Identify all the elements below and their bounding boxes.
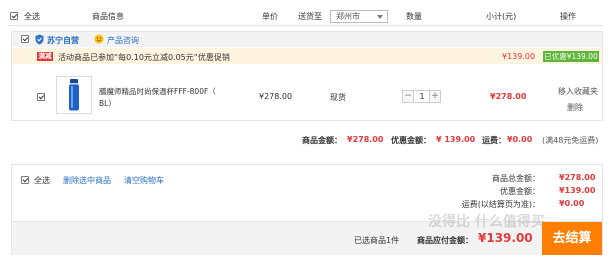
delete-item-link[interactable]: 删除 [567,102,583,113]
city-value: 郑州市 [336,12,360,21]
promo-price: ¥139.00 [502,52,536,61]
store-name[interactable]: 苏宁自营 [47,35,79,46]
freight-value: ¥0.00 [507,135,533,144]
footer-discount-label: 优惠金额： [500,187,540,196]
item-subtotal: ¥278.00 [490,92,527,101]
footer-select-all-label: 全选 [34,176,50,185]
footer-freight-value: ¥0.00 [559,199,585,208]
checkout-button[interactable]: 去结算 [542,222,602,255]
store-bar: 苏宁自营 产品咨询 [12,32,602,47]
select-all-checkbox[interactable] [10,12,18,20]
clear-cart-link[interactable]: 清空购物车 [124,175,164,186]
selected-count: 已选商品1件 [354,236,400,245]
smiley-icon [94,34,104,44]
item-checkbox[interactable] [37,93,45,101]
footer-freight-label: 运费(以结算页为准)： [461,200,540,209]
increase-button[interactable]: + [429,90,441,103]
select-all-label: 全选 [24,12,40,21]
move-to-favorites-link[interactable]: 移入收藏夹 [558,86,598,97]
freight-label: 运费： [482,136,506,145]
consult-link[interactable]: 产品咨询 [107,35,139,46]
totals-row: 商品金额： ¥278.00 优惠金额： ¥ 139.00 运费： ¥0.00 (… [0,133,610,147]
footer-select-all-checkbox[interactable] [21,176,29,184]
quantity-input[interactable]: 1 [415,90,429,103]
freight-note: (满48元免运费) [542,136,599,145]
shield-icon [35,34,44,45]
col-product-info: 商品信息 [92,12,124,21]
thermos-bottle-image [69,79,79,111]
city-select[interactable]: 郑州市 [330,10,388,23]
item-stock: 现货 [330,93,346,102]
payable-value: ¥139.00 [478,231,533,245]
discount-amount-label: 优惠金额： [391,136,431,145]
cart-summary: 全选 删除选中商品 清空购物车 商品总金额： ¥278.00 优惠金额： ¥13… [11,164,603,255]
store-checkbox[interactable] [21,35,29,43]
saved-badge: 已优惠¥139.00 [543,51,599,62]
item-name-line2[interactable]: BL） [99,98,116,109]
discount-amount-value: ¥ 139.00 [436,135,476,144]
watermark: 没得比 什么值得买 [428,214,545,230]
goods-amount-value: ¥278.00 [347,135,384,144]
col-subtotal: 小计(元) [486,12,517,21]
decrease-button[interactable]: − [402,90,414,103]
sum-value: ¥278.00 [559,173,596,182]
delete-selected-link[interactable]: 删除选中商品 [63,175,111,186]
store-section: 苏宁自营 产品咨询 满减 活动商品已参加“每0.10元立减0.05元”优惠促销 … [11,31,603,121]
payable-label: 商品应付金额： [417,236,473,245]
col-action: 操作 [560,12,576,21]
item-unit-price: ¥278.00 [259,92,293,101]
promo-text: 活动商品已参加“每0.10元立减0.05元”优惠促销 [58,53,230,62]
col-ship-to: 送货至 [298,12,322,21]
promo-badge: 满减 [37,52,53,61]
item-name-line1[interactable]: 膳魔师精品时尚保温杯FFF-800F（ [99,86,216,97]
chevron-down-icon [377,15,383,19]
promo-row: 满减 活动商品已参加“每0.10元立减0.05元”优惠促销 ¥139.00 已优… [12,48,602,64]
product-thumbnail[interactable] [56,76,92,114]
goods-amount-label: 商品金额： [302,136,342,145]
col-unit-price: 单价 [262,12,278,21]
cart-header: 全选 商品信息 单价 送货至 郑州市 数量 小计(元) 操作 [8,6,602,26]
footer-discount-value: ¥139.00 [559,186,596,195]
sum-label: 商品总金额： [492,174,540,183]
col-quantity: 数量 [406,12,422,21]
